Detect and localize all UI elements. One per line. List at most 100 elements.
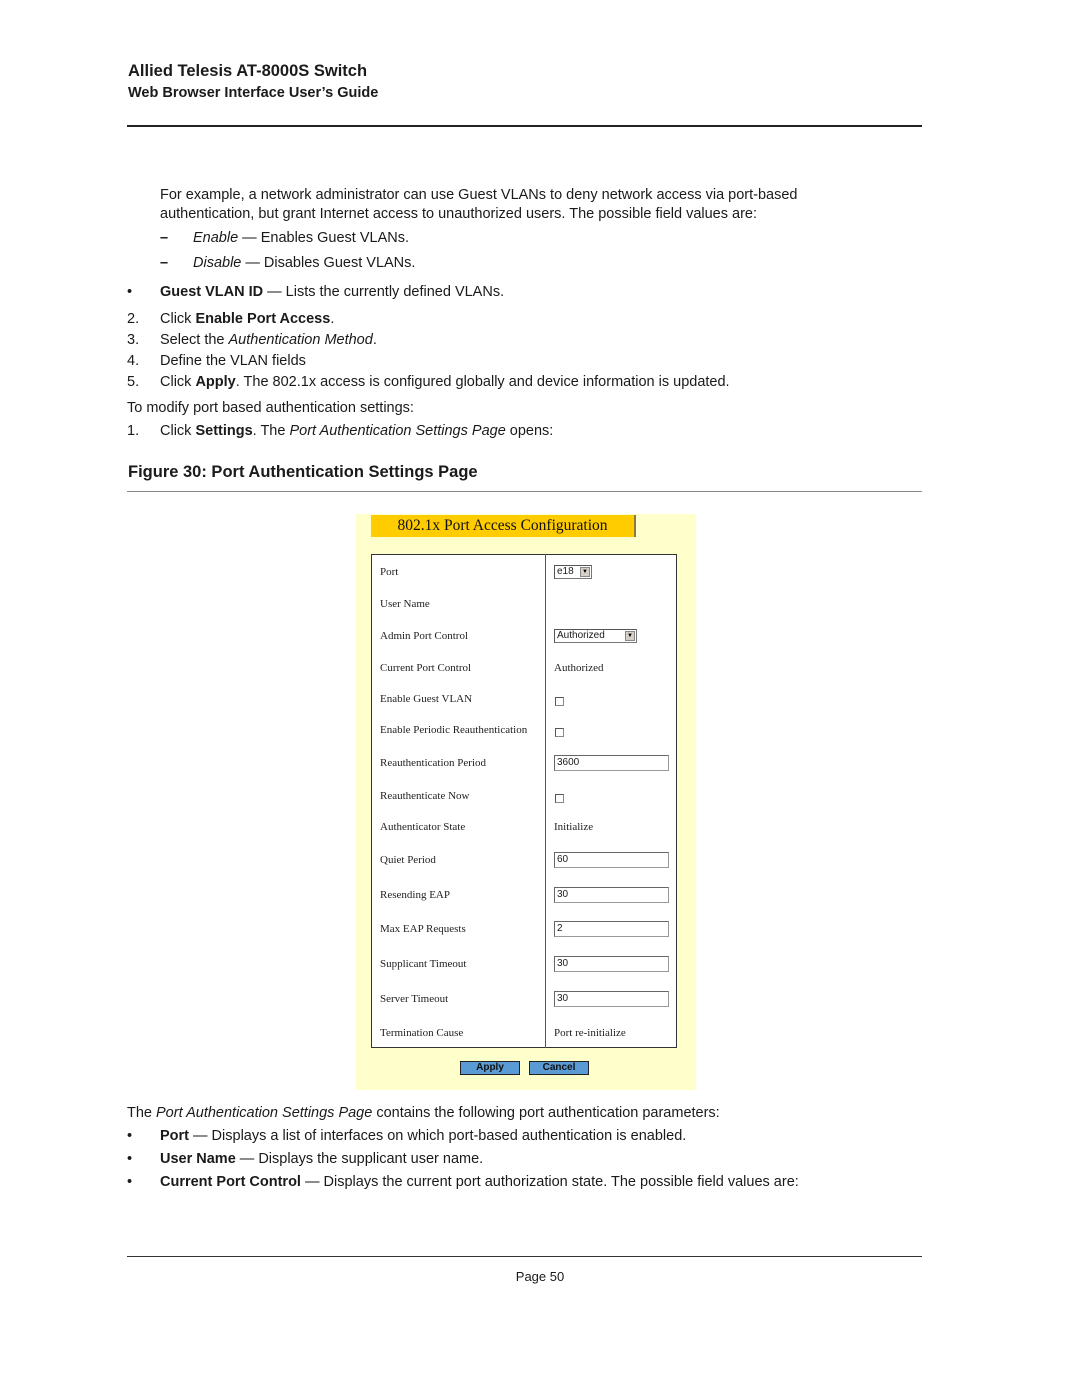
figure-caption: Figure 30: Port Authentication Settings …	[128, 463, 478, 481]
dash-term: Disable	[193, 255, 242, 271]
document-subtitle: Web Browser Interface User’s Guide	[128, 85, 379, 101]
paragraph-italic-term: Port Authentication Settings Page	[156, 1105, 373, 1121]
enable-guest-vlan-checkbox[interactable]	[555, 697, 564, 706]
step-text: . The	[252, 423, 290, 439]
step-number: 1.	[127, 423, 140, 439]
step-2: 2. Click Enable Port Access.	[127, 310, 334, 329]
termination-cause-value: Port re-initialize	[554, 1027, 626, 1039]
reauthentication-period-input[interactable]: 3600	[554, 755, 669, 771]
modify-intro: To modify port based authentication sett…	[127, 400, 414, 416]
field-label-resending-eap: Resending EAP	[380, 889, 450, 901]
document-title: Allied Telesis AT-8000S Switch	[128, 62, 368, 80]
dash-desc: — Enables Guest VLANs.	[238, 230, 410, 246]
bullet-desc: — Lists the currently defined VLANs.	[263, 284, 505, 300]
step-bold-term: Settings	[195, 423, 253, 439]
bullet-desc: — Displays the supplicant user name.	[235, 1151, 484, 1167]
intro-line-2: authentication, but grant Internet acces…	[160, 206, 758, 222]
paragraph-text: The	[127, 1105, 157, 1121]
resending-eap-input[interactable]: 30	[554, 887, 669, 903]
step-number: 2.	[127, 311, 140, 327]
figure-rule	[127, 491, 922, 492]
bullet-term: Port	[160, 1128, 189, 1144]
dash-term: Enable	[193, 230, 239, 246]
bullet-marker: •	[127, 284, 133, 300]
step-bold-term: Enable Port Access	[195, 311, 331, 327]
select-value: e18	[557, 566, 574, 577]
field-label-server-timeout: Server Timeout	[380, 993, 449, 1005]
field-label-port: Port	[380, 566, 399, 578]
chevron-down-icon[interactable]: ▼	[625, 631, 635, 641]
step-number: 3.	[127, 332, 140, 348]
field-label-quiet-period: Quiet Period	[380, 854, 436, 866]
server-timeout-input[interactable]: 30	[554, 991, 669, 1007]
supplicant-timeout-input[interactable]: 30	[554, 956, 669, 972]
form-column-divider	[545, 554, 546, 1048]
step-settings: 1. Click Settings. The Port Authenticatio…	[127, 422, 553, 441]
step-number: 4.	[127, 353, 140, 369]
param-bullet-user-name: • User Name — Displays the supplicant use…	[127, 1150, 483, 1169]
step-text: Click	[160, 311, 196, 327]
max-eap-requests-input[interactable]: 2	[554, 921, 669, 937]
step-number: 5.	[127, 374, 140, 390]
field-label-supplicant-timeout: Supplicant Timeout	[380, 958, 467, 970]
field-label-termination-cause: Termination Cause	[380, 1027, 464, 1039]
intro-line-1: For example, a network administrator can…	[160, 187, 798, 203]
reauthenticate-now-checkbox[interactable]	[555, 794, 564, 803]
bullet-marker: •	[127, 1128, 133, 1144]
dash-item-enable: – Enable — Enables Guest VLANs.	[160, 229, 409, 248]
footer-rule	[127, 1256, 922, 1257]
field-label-user-name: User Name	[380, 598, 430, 610]
port-select[interactable]: e18 ▼	[554, 565, 592, 579]
field-label-reauthentication-period: Reauthentication Period	[380, 757, 486, 769]
param-bullet-port: • Port — Displays a list of interfaces on…	[127, 1127, 686, 1146]
current-port-control-value: Authorized	[554, 662, 604, 674]
step-text: Click	[160, 374, 196, 390]
bullet-term: Current Port Control	[160, 1174, 301, 1190]
figure-panel-title: 802.1x Port Access Configuration	[371, 515, 636, 537]
step-italic-term: Port Authentication Settings Page	[289, 423, 506, 439]
bullet-term: Guest VLAN ID	[160, 284, 264, 300]
field-label-admin-port-control: Admin Port Control	[380, 630, 469, 642]
dash-item-disable: – Disable — Disables Guest VLANs.	[160, 254, 415, 273]
step-italic-term: Authentication Method	[228, 332, 373, 348]
dash-marker: –	[160, 230, 169, 246]
chevron-down-icon[interactable]: ▼	[580, 567, 590, 577]
dash-marker: –	[160, 255, 169, 271]
field-label-enable-guest-vlan: Enable Guest VLAN	[380, 693, 473, 705]
step-5: 5. Click Apply. The 802.1x access is conf…	[127, 373, 730, 392]
bullet-marker: •	[127, 1151, 133, 1167]
paragraph-text: contains the following port authenticati…	[372, 1105, 720, 1121]
step-text: .	[372, 332, 377, 348]
param-bullet-current-port-control: • Current Port Control — Displays the cur…	[127, 1173, 799, 1192]
header-rule	[127, 125, 922, 127]
field-label-authenticator-state: Authenticator State	[380, 821, 466, 833]
quiet-period-input[interactable]: 60	[554, 852, 669, 868]
enable-periodic-reauthentication-checkbox[interactable]	[555, 728, 564, 737]
field-label-reauthenticate-now: Reauthenticate Now	[380, 790, 470, 802]
select-value: Authorized	[557, 630, 605, 641]
after-figure-intro: The Port Authentication Settings Page co…	[127, 1104, 720, 1123]
step-4: 4. Define the VLAN fields	[127, 352, 306, 371]
field-label-max-eap-requests: Max EAP Requests	[380, 923, 466, 935]
step-text: .	[330, 311, 335, 327]
bullet-desc: — Displays the current port authorizatio…	[300, 1174, 799, 1190]
admin-port-control-select[interactable]: Authorized ▼	[554, 629, 637, 643]
bullet-guest-vlan-id: • Guest VLAN ID — Lists the currently def…	[127, 283, 504, 302]
step-bold-term: Apply	[195, 374, 236, 390]
bullet-term: User Name	[160, 1151, 236, 1167]
step-text: Click	[160, 423, 196, 439]
page-number: Page 50	[515, 1269, 565, 1284]
step-text: opens:	[505, 423, 554, 439]
step-text: Select the	[160, 332, 229, 348]
bullet-desc: — Displays a list of interfaces on which…	[189, 1128, 687, 1144]
cancel-button[interactable]: Cancel	[529, 1061, 589, 1075]
field-label-current-port-control: Current Port Control	[380, 662, 472, 674]
bullet-marker: •	[127, 1174, 133, 1190]
field-label-enable-periodic-reauthentication: Enable Periodic Reauthentication	[380, 724, 528, 736]
step-text: . The 802.1x access is configured global…	[235, 374, 730, 390]
apply-button[interactable]: Apply	[460, 1061, 520, 1075]
step-3: 3. Select the Authentication Method.	[127, 331, 377, 350]
authenticator-state-value: Initialize	[554, 821, 594, 833]
step-text: Define the VLAN fields	[160, 353, 306, 369]
dash-desc: — Disables Guest VLANs.	[241, 255, 416, 271]
